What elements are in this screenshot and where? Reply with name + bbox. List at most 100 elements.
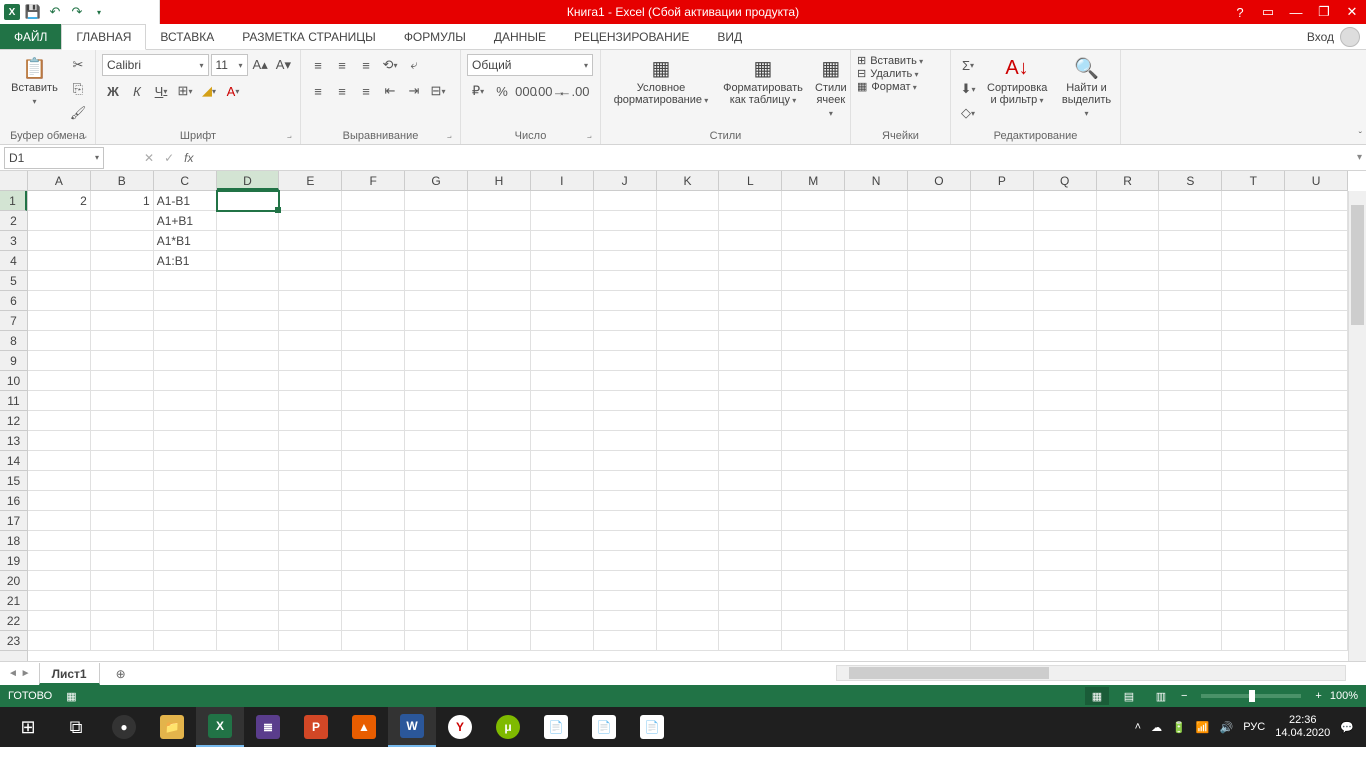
row-header[interactable]: 15: [0, 471, 27, 491]
cell[interactable]: [279, 391, 342, 411]
cell[interactable]: [154, 551, 217, 571]
cell[interactable]: [28, 471, 91, 491]
cell[interactable]: [1034, 351, 1097, 371]
cell[interactable]: [1222, 531, 1285, 551]
cell[interactable]: [1034, 391, 1097, 411]
cell[interactable]: [154, 371, 217, 391]
cell[interactable]: [971, 591, 1034, 611]
cell[interactable]: [719, 471, 782, 491]
cell[interactable]: [1097, 451, 1160, 471]
cell[interactable]: [1159, 491, 1222, 511]
align-middle-icon[interactable]: ≡: [331, 54, 353, 76]
cell[interactable]: [1285, 511, 1348, 531]
cell[interactable]: [1159, 431, 1222, 451]
cell[interactable]: [719, 351, 782, 371]
cell[interactable]: [217, 491, 280, 511]
cell[interactable]: [28, 491, 91, 511]
cell[interactable]: [279, 571, 342, 591]
cell[interactable]: [342, 211, 405, 231]
cell[interactable]: [154, 351, 217, 371]
cell[interactable]: [28, 431, 91, 451]
cell[interactable]: [405, 631, 468, 651]
taskbar-app-doc1[interactable]: 📄: [532, 707, 580, 747]
cell[interactable]: [91, 271, 154, 291]
cell[interactable]: [782, 291, 845, 311]
cell[interactable]: [342, 351, 405, 371]
horizontal-scrollbar[interactable]: [836, 665, 1346, 681]
cell[interactable]: [405, 391, 468, 411]
shrink-font-icon[interactable]: A▾: [273, 54, 294, 76]
cell[interactable]: [531, 511, 594, 531]
cell[interactable]: [1285, 631, 1348, 651]
cell[interactable]: [782, 451, 845, 471]
cell[interactable]: [342, 371, 405, 391]
cell[interactable]: [782, 251, 845, 271]
cell[interactable]: [782, 331, 845, 351]
cell[interactable]: [782, 591, 845, 611]
cell[interactable]: [1159, 591, 1222, 611]
cell[interactable]: [1034, 551, 1097, 571]
font-size-combo[interactable]: 11▾: [211, 54, 248, 76]
cell[interactable]: [217, 211, 280, 231]
cell[interactable]: [405, 431, 468, 451]
cell[interactable]: [908, 391, 971, 411]
cell[interactable]: [1159, 611, 1222, 631]
cell[interactable]: [845, 411, 908, 431]
cell[interactable]: [594, 631, 657, 651]
cell[interactable]: [1097, 591, 1160, 611]
cell[interactable]: [971, 211, 1034, 231]
cell[interactable]: [1159, 631, 1222, 651]
cell[interactable]: [1159, 331, 1222, 351]
row-header[interactable]: 3: [0, 231, 27, 251]
cell[interactable]: [468, 331, 531, 351]
formula-input[interactable]: [203, 147, 1366, 169]
cell[interactable]: [217, 611, 280, 631]
cell[interactable]: [719, 531, 782, 551]
cell[interactable]: [1159, 311, 1222, 331]
tab-главная[interactable]: ГЛАВНАЯ: [61, 24, 146, 50]
cell[interactable]: [1222, 211, 1285, 231]
cell[interactable]: [594, 371, 657, 391]
tray-volume-icon[interactable]: 🔊: [1220, 721, 1234, 734]
cell[interactable]: [1222, 291, 1285, 311]
col-header[interactable]: B: [91, 171, 154, 190]
cell[interactable]: [594, 591, 657, 611]
cell[interactable]: [1285, 431, 1348, 451]
cell[interactable]: [971, 331, 1034, 351]
cell[interactable]: [28, 351, 91, 371]
ribbon-options-icon[interactable]: ▭: [1254, 0, 1282, 24]
cell[interactable]: [28, 291, 91, 311]
cell[interactable]: [279, 431, 342, 451]
find-select-button[interactable]: 🔍Найти и выделить: [1055, 54, 1118, 122]
cell[interactable]: [531, 451, 594, 471]
cell[interactable]: [594, 511, 657, 531]
taskbar-app-utorrent[interactable]: μ: [484, 707, 532, 747]
cell[interactable]: [342, 611, 405, 631]
vertical-scroll-thumb[interactable]: [1351, 205, 1364, 325]
cell[interactable]: [91, 311, 154, 331]
cell[interactable]: [719, 331, 782, 351]
bold-button[interactable]: Ж: [102, 80, 124, 102]
cell[interactable]: [845, 391, 908, 411]
row-header[interactable]: 13: [0, 431, 27, 451]
cell[interactable]: [279, 511, 342, 531]
cell[interactable]: [154, 591, 217, 611]
align-bottom-icon[interactable]: ≡: [355, 54, 377, 76]
cell[interactable]: [405, 371, 468, 391]
cell[interactable]: [1159, 291, 1222, 311]
cell[interactable]: [531, 391, 594, 411]
orientation-icon[interactable]: ⟲: [379, 54, 401, 76]
align-right-icon[interactable]: ≡: [355, 80, 377, 102]
wrap-text-icon[interactable]: ⤶: [403, 54, 425, 76]
cell[interactable]: [405, 291, 468, 311]
cell[interactable]: [217, 471, 280, 491]
cell[interactable]: [845, 291, 908, 311]
cell[interactable]: [405, 591, 468, 611]
cell[interactable]: [1222, 351, 1285, 371]
cell[interactable]: [217, 531, 280, 551]
cell[interactable]: [1222, 611, 1285, 631]
cell[interactable]: [154, 311, 217, 331]
cell[interactable]: [719, 631, 782, 651]
cell[interactable]: [782, 551, 845, 571]
row-header[interactable]: 4: [0, 251, 27, 271]
